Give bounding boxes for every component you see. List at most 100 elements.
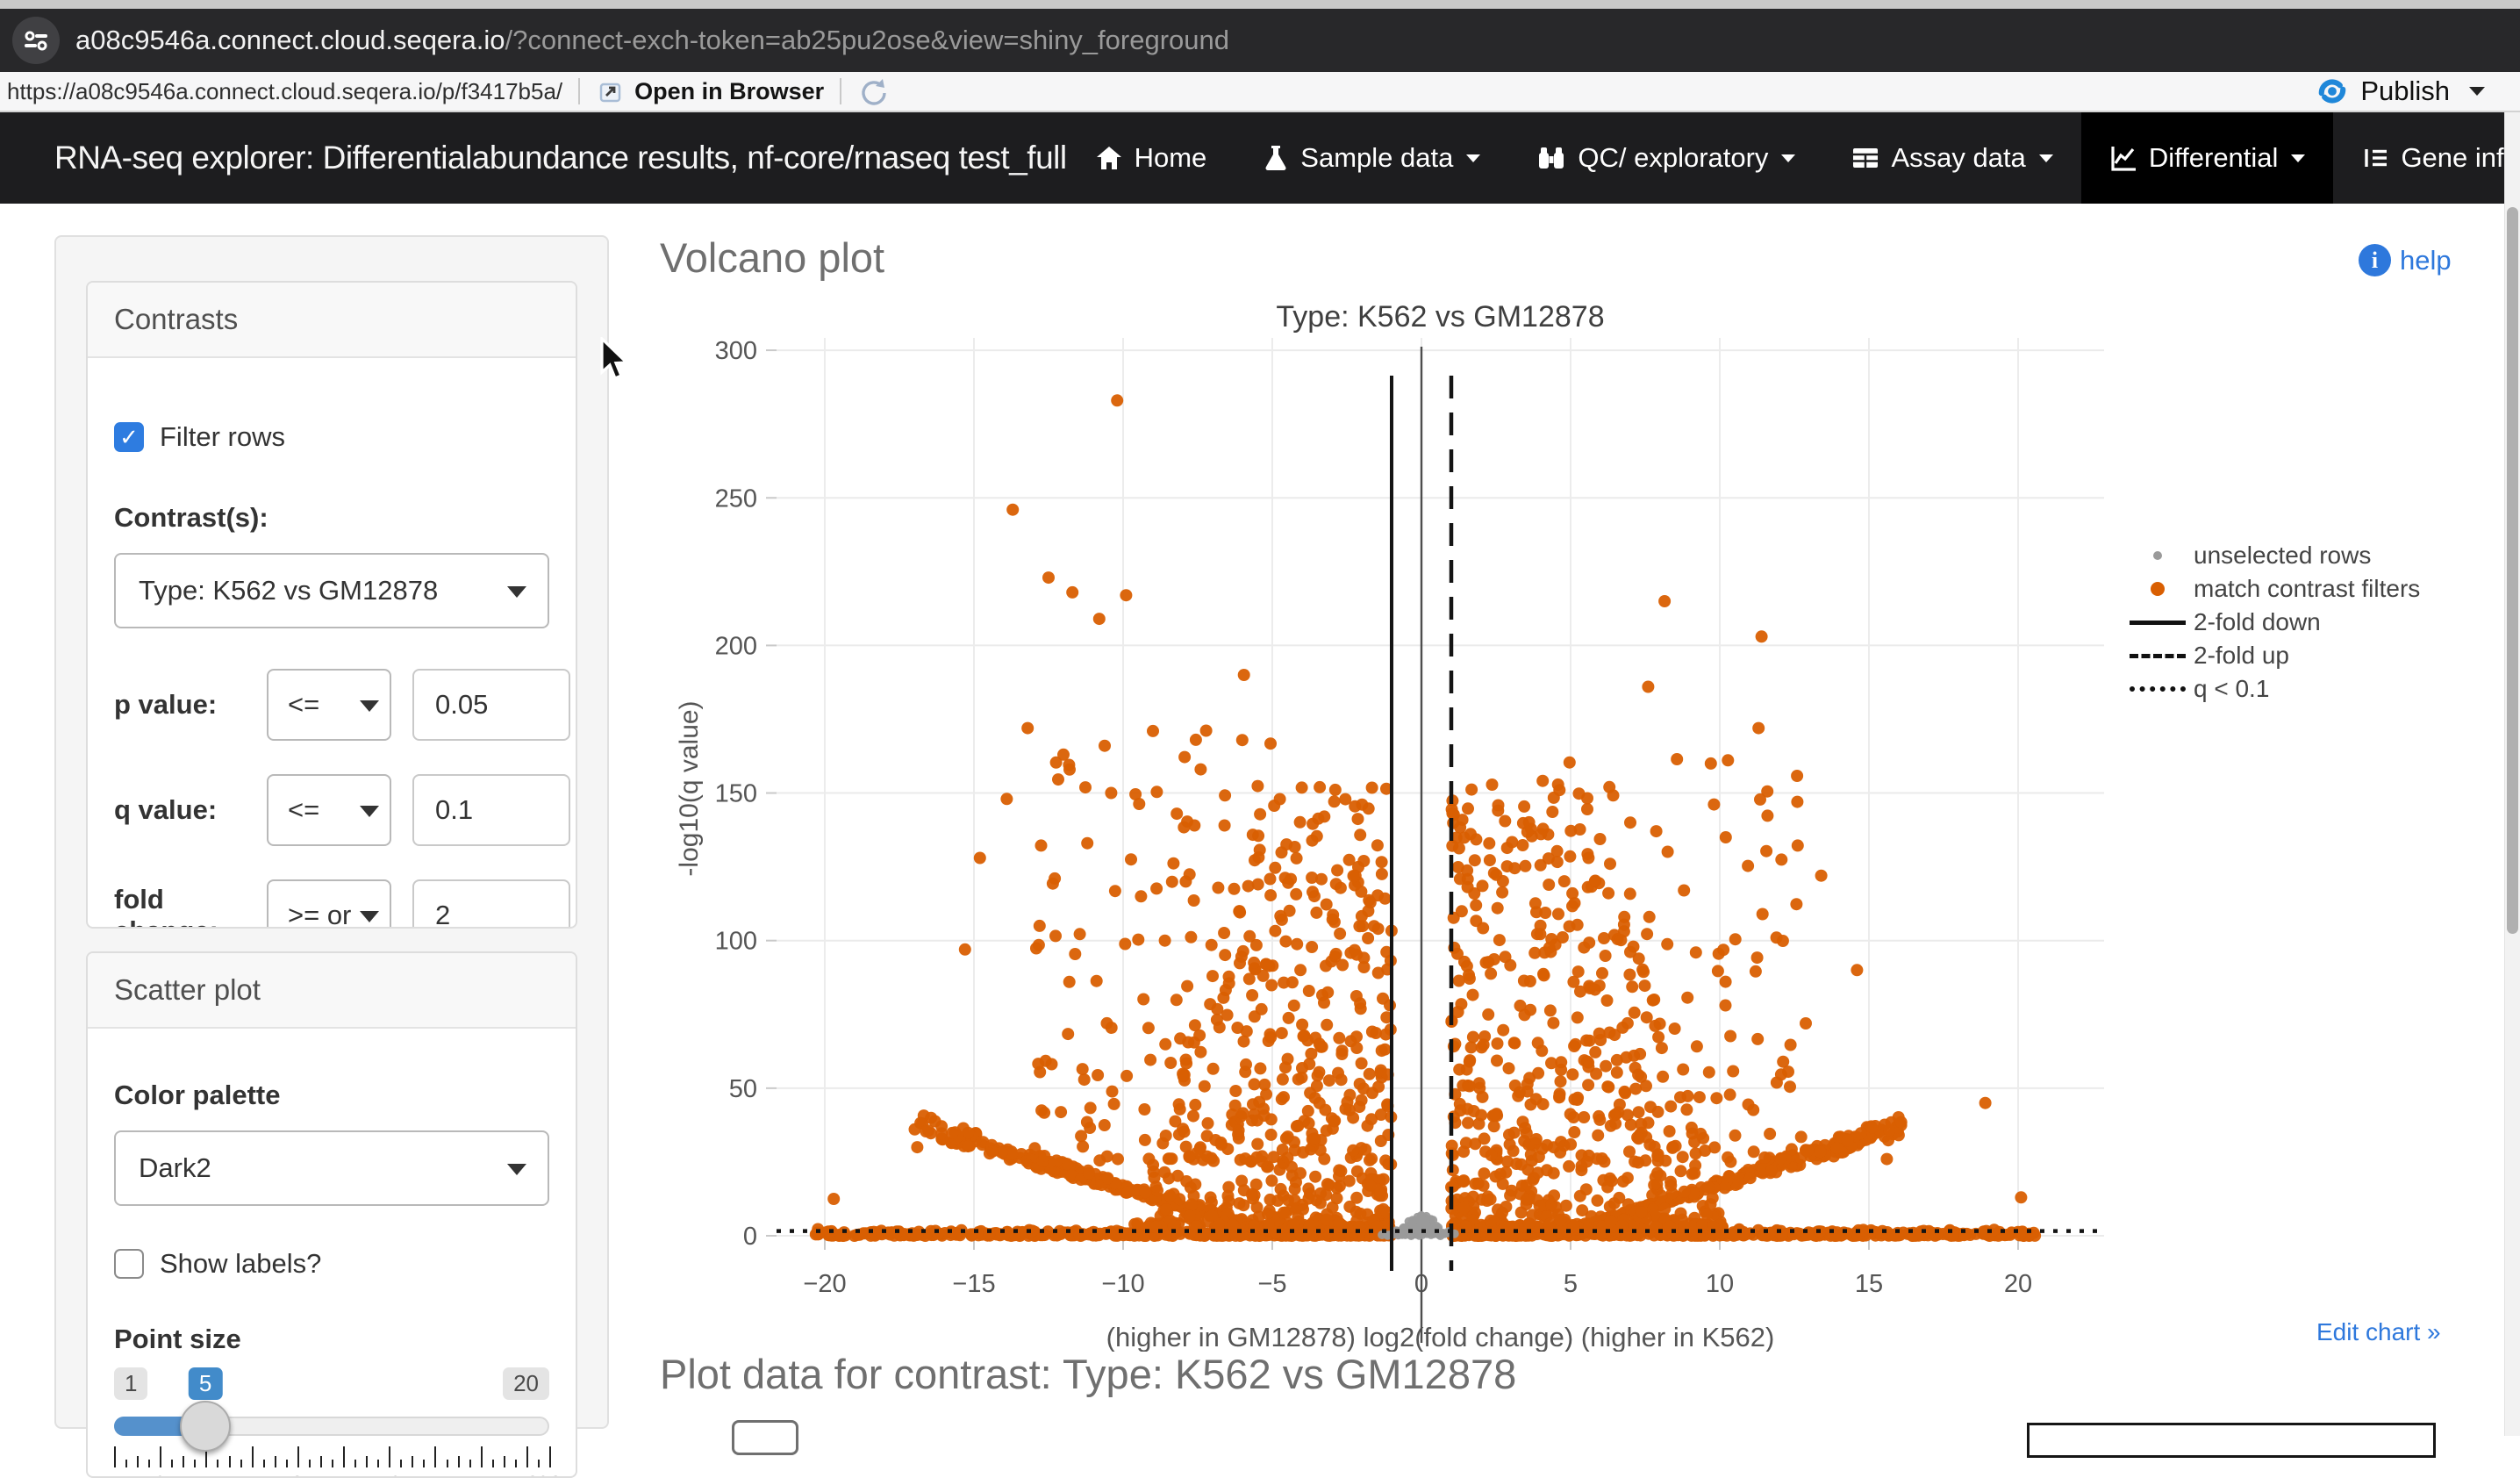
publish-button[interactable]: Publish [2315,74,2485,109]
edit-chart-link[interactable]: Edit chart » [2316,1318,2441,1346]
table-search-partial[interactable] [2027,1423,2436,1458]
address-url[interactable]: a08c9546a.connect.cloud.seqera.io/?conne… [75,25,1229,56]
legend-item-match: match contrast filters [2122,572,2420,606]
app-title: RNA-seq explorer: Differentialabundance … [54,140,1067,176]
show-labels-checkbox-row[interactable]: Show labels? [114,1248,549,1280]
slider-min-badge: 1 [114,1367,147,1400]
mouse-cursor [598,337,635,383]
svg-text:20: 20 [2004,1270,2032,1298]
binoculars-icon [1536,144,1566,172]
p-value-input[interactable] [412,669,570,741]
slider-tick-labels: 13579111315171920 [114,1471,549,1478]
caret-down-icon [507,586,526,598]
home-icon [1095,144,1123,172]
nav-item-qc-exploratory[interactable]: QC/ exploratory [1508,112,1823,204]
table-icon [1851,144,1879,172]
reload-icon[interactable] [857,75,889,107]
q-value-input[interactable] [412,774,570,846]
publish-icon [2315,74,2350,109]
site-settings-icon[interactable] [12,17,60,64]
filter-rows-checkbox-row[interactable]: ✓ Filter rows [114,421,549,453]
p-value-row: p value: <= [114,669,549,741]
caret-down-icon [360,700,379,712]
svg-text:−20: −20 [803,1270,846,1298]
fold-change-input[interactable] [412,879,570,929]
legend-item-fold-up: 2-fold up [2122,639,2420,672]
contrasts-panel: Contrasts ✓ Filter rows Contrast(s): Typ… [86,281,577,929]
svg-text:200: 200 [715,632,757,660]
nav-menu: Home Sample data QC/ exploratory [1067,112,2520,204]
svg-text:5: 5 [1564,1270,1578,1298]
svg-text:250: 250 [715,484,757,513]
svg-text:−5: −5 [1257,1270,1286,1298]
slider-handle[interactable] [180,1401,231,1452]
show-labels-checkbox[interactable] [114,1249,144,1279]
nav-item-sample-data[interactable]: Sample data [1235,112,1508,204]
caret-down-icon [1781,154,1795,162]
gray-dot-marker [2153,551,2162,560]
gene-list-icon [2361,144,2389,172]
plot-data-heading: Plot data for contrast: Type: K562 vs GM… [660,1350,1516,1398]
orange-dot-marker [2151,582,2165,596]
volcano-plot[interactable]: Type: K562 vs GM12878050100150200250300−… [658,290,2119,1352]
fold-change-op-select[interactable]: >= or <= - [267,879,391,929]
svg-text:-log10(q value): -log10(q value) [675,700,704,876]
svg-text:Type: K562 vs GM12878: Type: K562 vs GM12878 [1276,300,1604,334]
divider [578,78,580,104]
svg-text:50: 50 [729,1075,757,1103]
slider-ticks [114,1445,549,1467]
p-value-op-select[interactable]: <= [267,669,391,741]
caret-down-icon [1466,154,1480,162]
contrast-label: Contrast(s): [114,502,549,534]
help-link[interactable]: i help [2359,244,2452,276]
color-palette-label: Color palette [114,1080,549,1111]
table-button-partial[interactable] [732,1420,798,1455]
url-host: a08c9546a.connect.cloud.seqera.io [75,25,505,55]
url-params: /?connect-exch-token=ab25pu2ose&view=shi… [505,25,1229,55]
scatter-plot-panel: Scatter plot Color palette Dark2 Show la… [86,951,577,1478]
legend-item-fold-down: 2-fold down [2122,606,2420,639]
svg-text:−10: −10 [1101,1270,1144,1298]
svg-text:100: 100 [715,928,757,956]
page-scrollbar[interactable] [2504,112,2520,1436]
caret-down-icon [2039,154,2053,162]
nav-item-home[interactable]: Home [1067,112,1235,204]
svg-text:150: 150 [715,780,757,808]
contrast-select[interactable]: Type: K562 vs GM12878 [114,553,549,628]
plot-legend: unselected rows match contrast filters 2… [2122,539,2420,706]
q-value-row: q value: <= [114,774,549,846]
color-palette-select[interactable]: Dark2 [114,1130,549,1206]
point-size-slider[interactable]: 1 5 20 13579111315171920 [114,1367,549,1478]
nav-item-gene-info[interactable]: Gene info [2333,112,2520,204]
window-top-strip [0,0,2520,9]
slider-max-badge: 20 [503,1367,549,1400]
caret-down-icon [360,911,379,922]
volcano-plot-heading: Volcano plot [660,233,884,282]
publish-caret-icon [2469,87,2485,96]
contrasts-panel-title: Contrasts [88,283,576,358]
flask-icon [1263,144,1289,172]
q-value-op-select[interactable]: <= [267,774,391,846]
sidebar: Contrasts ✓ Filter rows Contrast(s): Typ… [54,235,609,1429]
browser-url-bar: a08c9546a.connect.cloud.seqera.io/?conne… [0,9,2520,72]
app-url: https://a08c9546a.connect.cloud.seqera.i… [7,78,562,105]
chart-line-icon [2109,144,2137,172]
info-icon: i [2359,244,2391,276]
svg-text:15: 15 [1855,1270,1883,1298]
nav-item-assay-data[interactable]: Assay data [1823,112,2080,204]
open-in-browser-icon [596,76,626,106]
point-size-label: Point size [114,1324,549,1355]
solid-line-marker [2130,621,2186,625]
open-in-browser-button[interactable]: Open in Browser [596,76,824,106]
scrollbar-thumb[interactable] [2507,207,2518,934]
divider [840,78,841,104]
nav-item-differential[interactable]: Differential [2081,112,2334,204]
dotted-line-marker [2130,686,2186,692]
svg-text:300: 300 [715,337,757,365]
connect-toolbar: https://a08c9546a.connect.cloud.seqera.i… [0,72,2520,112]
dashed-line-marker [2130,654,2186,658]
filter-rows-checkbox[interactable]: ✓ [114,422,144,452]
app-navbar: RNA-seq explorer: Differentialabundance … [0,112,2520,204]
scatter-panel-title: Scatter plot [88,953,576,1029]
legend-item-unselected: unselected rows [2122,539,2420,572]
